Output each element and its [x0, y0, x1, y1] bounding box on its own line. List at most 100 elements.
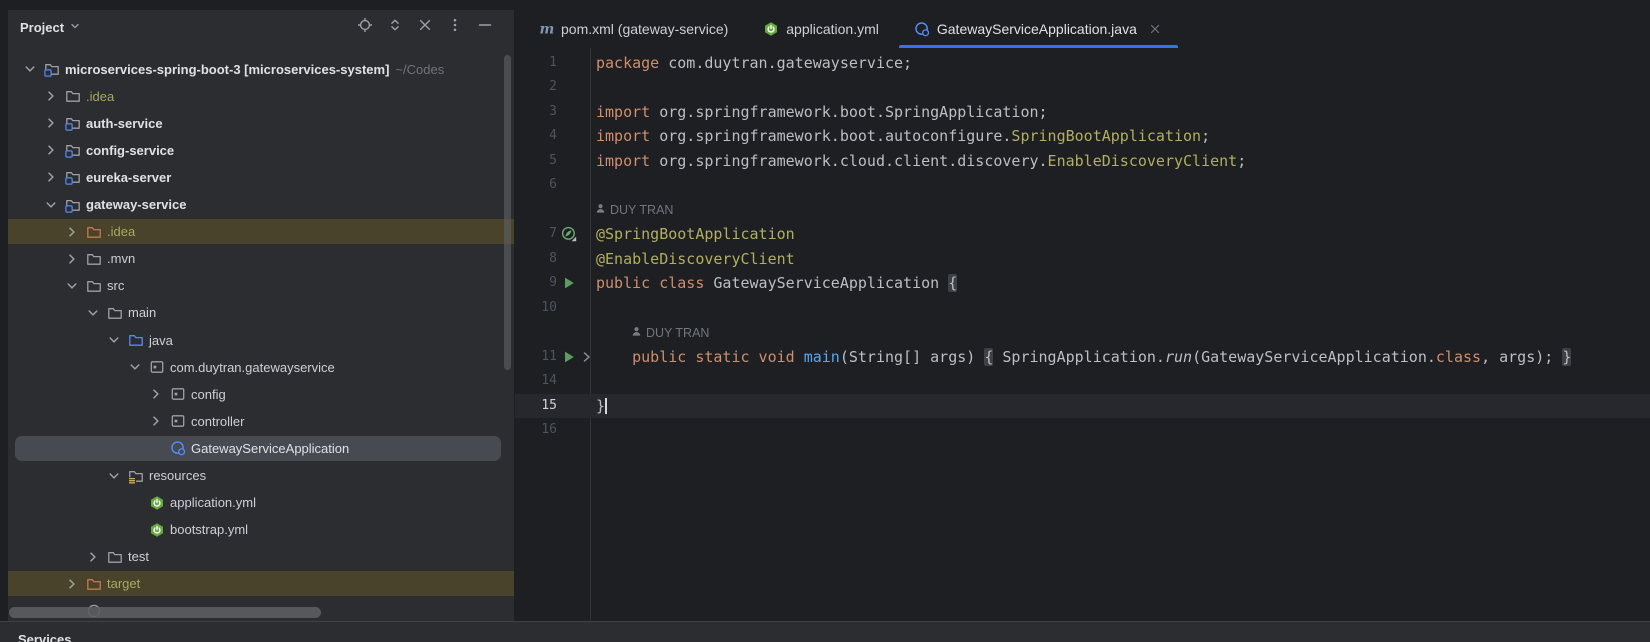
- token-kw: import: [596, 127, 650, 145]
- code-line-4[interactable]: 4 import org.springframework.boot.autocon…: [515, 124, 1650, 149]
- token-ann: @EnableDiscoveryClient: [596, 250, 795, 268]
- chevron-right-icon[interactable]: [85, 549, 101, 565]
- chevron-right-icon[interactable]: [148, 386, 164, 402]
- folder-icon: [65, 88, 81, 104]
- folder-resources-icon: [128, 468, 144, 484]
- tree-row-content: .mvn: [64, 245, 135, 272]
- tab-close-icon[interactable]: [1148, 21, 1163, 36]
- chevron-down-icon[interactable]: [22, 61, 38, 77]
- tree-row-content: src: [64, 272, 124, 299]
- editor-tab-gateway-service-application-java[interactable]: GatewayServiceApplication.java: [899, 9, 1178, 48]
- tree-row-content: microservices-spring-boot-3 [microservic…: [22, 56, 444, 83]
- editor[interactable]: 1package com.duytran.gatewayservice;23im…: [515, 48, 1650, 621]
- tree-row-idea[interactable]: .idea: [8, 83, 514, 110]
- chevron-right-icon[interactable]: [64, 576, 80, 592]
- tree-row-resources[interactable]: resources: [8, 462, 514, 489]
- token-pl: GatewayServiceApplication: [704, 274, 948, 292]
- chevron-down-icon[interactable]: [127, 359, 143, 375]
- chevron-down-icon[interactable]: [43, 197, 59, 213]
- line-number: 4: [515, 124, 557, 149]
- code-line-10[interactable]: 10: [515, 296, 1650, 321]
- tree-row-idea[interactable]: .idea: [8, 218, 514, 245]
- run-gutter-icon[interactable]: [561, 349, 577, 365]
- tree-item-label: GatewayServiceApplication: [191, 441, 349, 456]
- tree-row-bootstrap-yml[interactable]: bootstrap.yml: [8, 516, 514, 543]
- line-number: 5: [515, 149, 557, 174]
- line-number: 14: [515, 369, 557, 394]
- code-text: import org.springframework.boot.SpringAp…: [596, 100, 1048, 125]
- tree-row-microservices-spring-boot-3-microservices-system[interactable]: microservices-spring-boot-3 [microservic…: [8, 56, 514, 83]
- tree-row-controller[interactable]: controller: [8, 408, 514, 435]
- chevron-right-icon[interactable]: [43, 169, 59, 185]
- line-number: 2: [515, 75, 557, 100]
- spring-class-icon: [170, 440, 186, 456]
- fold-indicator-icon[interactable]: [579, 349, 595, 365]
- tree-row-src[interactable]: src: [8, 272, 514, 299]
- tree-row-auth-service[interactable]: auth-service: [8, 110, 514, 137]
- line-number: 9: [515, 271, 557, 296]
- tree-row-content: config: [148, 381, 226, 408]
- chevron-down-icon[interactable]: [85, 305, 101, 321]
- tree-row-main[interactable]: main: [8, 299, 514, 326]
- chevron-right-icon[interactable]: [148, 413, 164, 429]
- folder-source-icon: [128, 332, 144, 348]
- code-line-8[interactable]: 8@EnableDiscoveryClient: [515, 247, 1650, 272]
- tree-item-label: eureka-server: [86, 170, 171, 185]
- tree-row-com-duytran-gatewayservice[interactable]: com.duytran.gatewayservice: [8, 354, 514, 381]
- inlay-hint-row: DUY TRAN: [515, 320, 1650, 345]
- tree-item-label: application.yml: [170, 495, 256, 510]
- code-text: }: [596, 394, 607, 419]
- code-line-15[interactable]: 15}: [515, 394, 1650, 419]
- tree-row-config-service[interactable]: config-service: [8, 137, 514, 164]
- tree-row-mvn[interactable]: .mvn: [8, 245, 514, 272]
- panel-vertical-scrollbar[interactable]: [504, 55, 511, 370]
- tree-row-java[interactable]: java: [8, 327, 514, 354]
- services-panel[interactable]: Services: [0, 622, 1650, 642]
- tree-row-gatewayserviceapplication[interactable]: GatewayServiceApplication: [8, 435, 514, 462]
- project-tree: microservices-spring-boot-3 [microservic…: [8, 10, 514, 621]
- tree-row-application-yml[interactable]: application.yml: [8, 489, 514, 516]
- code-line-9[interactable]: 9public class GatewayServiceApplication …: [515, 271, 1650, 296]
- chevron-right-icon[interactable]: [43, 142, 59, 158]
- code-line-2[interactable]: 2: [515, 75, 1650, 100]
- code-line-5[interactable]: 5import org.springframework.cloud.client…: [515, 149, 1650, 174]
- panel-horizontal-scrollbar[interactable]: [9, 607, 321, 618]
- code-line-16[interactable]: 16: [515, 418, 1650, 443]
- tree-row-content: application.yml: [127, 489, 256, 516]
- tree-row-content: target: [64, 570, 140, 597]
- tree-row-gateway-service[interactable]: gateway-service: [8, 191, 514, 218]
- code-line-7[interactable]: 7@SpringBootApplication: [515, 222, 1650, 247]
- chevron-right-icon[interactable]: [43, 88, 59, 104]
- token-pl: org.springframework.boot.autoconfigure.: [650, 127, 1011, 145]
- code-line-14[interactable]: 14: [515, 369, 1650, 394]
- token-fold: }: [1562, 348, 1571, 366]
- chevron-right-icon[interactable]: [64, 251, 80, 267]
- code-line-1[interactable]: 1package com.duytran.gatewayservice;: [515, 51, 1650, 76]
- tree-row-config[interactable]: config: [8, 381, 514, 408]
- text-caret: [605, 398, 607, 414]
- chevron-down-icon[interactable]: [106, 468, 122, 484]
- tree-row-test[interactable]: test: [8, 543, 514, 570]
- chevron-right-icon[interactable]: [43, 115, 59, 131]
- token-method: main: [804, 348, 840, 366]
- folder-excluded-icon: [86, 224, 102, 240]
- run-gutter-icon[interactable]: [561, 275, 577, 291]
- chevron-down-icon[interactable]: [64, 278, 80, 294]
- tree-row-eureka-server[interactable]: eureka-server: [8, 164, 514, 191]
- chevron-down-icon[interactable]: [106, 332, 122, 348]
- editor-tab-pom-xml[interactable]: mpom.xml (gateway-service): [523, 9, 743, 48]
- token-kw: import: [596, 152, 650, 170]
- chevron-spacer: [127, 495, 143, 511]
- spring-bean-gutter-icon[interactable]: [561, 226, 577, 242]
- code-line-3[interactable]: 3import org.springframework.boot.SpringA…: [515, 100, 1650, 125]
- tree-row-target[interactable]: target: [8, 570, 514, 597]
- editor-tab-application-yml[interactable]: application.yml: [748, 9, 894, 48]
- tree-item-label: com.duytran.gatewayservice: [170, 360, 335, 375]
- spring-file-icon: [763, 21, 779, 37]
- chevron-right-icon[interactable]: [64, 224, 80, 240]
- code-line-6[interactable]: 6: [515, 173, 1650, 198]
- chevron-spacer: [148, 440, 164, 456]
- tree-row-content: .idea: [64, 218, 135, 245]
- code-line-11[interactable]: 11 public static void main(String[] args…: [515, 345, 1650, 370]
- tree-item-label: target: [107, 576, 140, 591]
